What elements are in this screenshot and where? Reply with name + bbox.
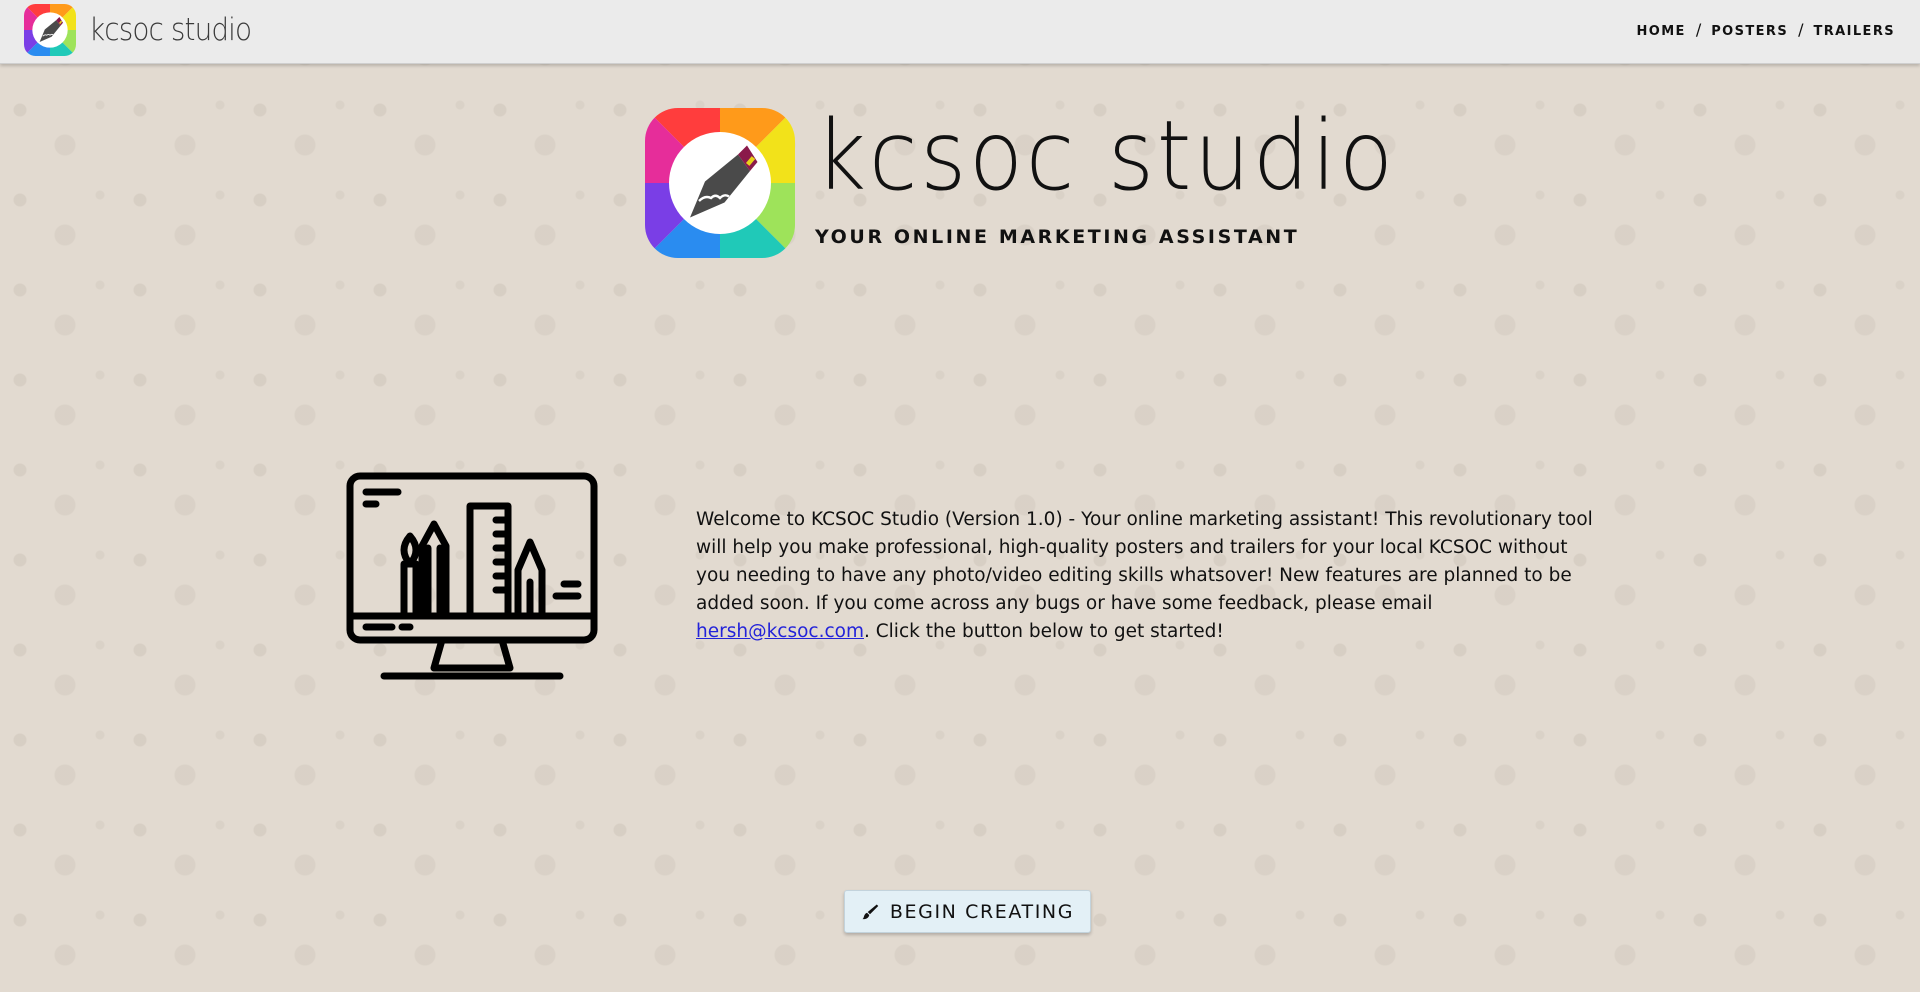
begin-creating-label: BEGIN CREATING: [889, 900, 1075, 923]
nav-link-home[interactable]: HOME: [1636, 24, 1685, 39]
begin-creating-button[interactable]: BEGIN CREATING: [844, 890, 1091, 933]
feedback-email-link[interactable]: hersh@kcsoc.com: [696, 621, 864, 642]
pen-nib-badge-icon: [645, 108, 795, 258]
hero-title: kcsoc studio: [815, 100, 1396, 212]
navbar-brand-link[interactable]: kcsoc studio: [24, 4, 269, 56]
paintbrush-icon: [862, 904, 879, 919]
hero-logo-block: kcsoc studio YOUR ONLINE MARKETING ASSIS…: [645, 108, 1393, 258]
kcsoc-logo-icon: [24, 4, 76, 56]
design-tools-monitor-icon: [346, 472, 598, 680]
nav-separator: /: [1798, 20, 1804, 39]
top-navbar: kcsoc studio HOME / POSTERS / TRAILERS: [0, 0, 1920, 64]
intro-paragraph: Welcome to KCSOC Studio (Version 1.0) - …: [696, 506, 1596, 646]
intro-text-end: . Click the button below to get started!: [863, 621, 1224, 642]
nav-separator: /: [1695, 20, 1702, 39]
nav-link-posters[interactable]: POSTERS: [1711, 24, 1788, 39]
nav-link-trailers[interactable]: TRAILERS: [1813, 24, 1895, 39]
navbar-brand-text: kcsoc studio: [89, 12, 252, 48]
hero-tagline: YOUR ONLINE MARKETING ASSISTANT: [815, 226, 1300, 248]
navbar-links: HOME / POSTERS / TRAILERS: [1636, 20, 1895, 41]
intro-text-start: Welcome to KCSOC Studio (Version 1.0) - …: [696, 509, 1593, 614]
